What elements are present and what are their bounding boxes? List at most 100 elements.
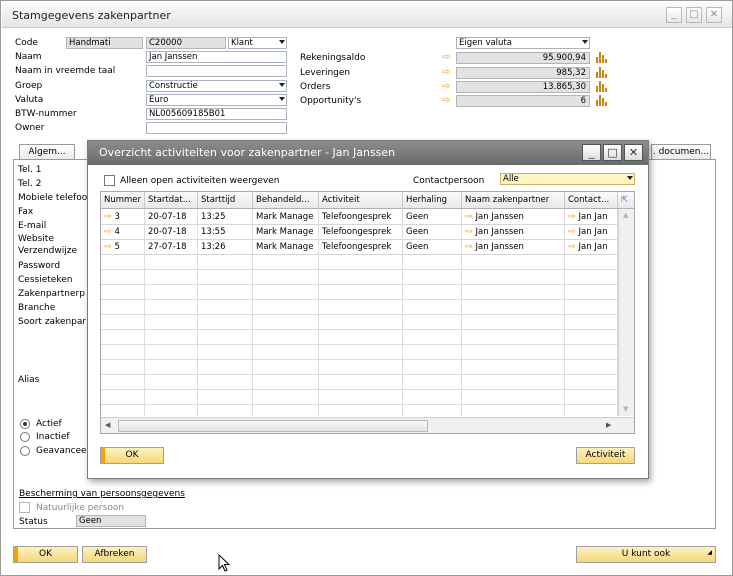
link-arrow-icon[interactable]: ⇨: [465, 212, 473, 222]
foreign-name-field[interactable]: [146, 65, 287, 77]
column-header[interactable]: Nummer: [101, 192, 145, 209]
minimize-icon[interactable]: _: [666, 7, 682, 23]
link-arrow-icon[interactable]: ⇨: [568, 242, 576, 252]
tab-general[interactable]: Algem...: [19, 144, 75, 160]
code-type-select[interactable]: Handmati: [66, 37, 143, 49]
row-handled-by: Mark Manage: [253, 225, 319, 240]
currency-select[interactable]: Euro: [146, 94, 287, 106]
inactive-radio[interactable]: [20, 432, 30, 442]
horizontal-scrollbar[interactable]: ◀ ▶: [101, 417, 634, 433]
row-partner-value: Jan Janssen: [475, 227, 524, 237]
you-can-also-button[interactable]: U kunt ook ◢: [576, 546, 716, 563]
code-label: Code: [15, 38, 39, 48]
dialog-ok-label: OK: [125, 450, 139, 460]
empty-row: [101, 300, 618, 315]
natural-person-checkbox: [19, 502, 30, 513]
vat-field[interactable]: NL005609185B01: [146, 108, 287, 120]
bar-chart-icon[interactable]: [596, 67, 608, 78]
table-row[interactable]: ⇨ 5: [101, 240, 145, 255]
maximize-icon[interactable]: □: [686, 7, 702, 23]
name-label: Naam: [15, 52, 42, 62]
chevron-down-icon: [279, 83, 285, 87]
table-row[interactable]: ⇨ 4: [101, 225, 145, 240]
owner-field[interactable]: [146, 122, 287, 134]
bar-chart-icon[interactable]: [596, 52, 608, 63]
advanced-radio[interactable]: [20, 446, 30, 456]
row-activity: Telefoongesprek: [319, 210, 403, 225]
link-arrow-icon[interactable]: ⇨: [568, 212, 576, 222]
group-value: Constructie: [149, 81, 198, 91]
opportunities-label: Opportunity's: [300, 96, 362, 106]
row-start-date: 20-07-18: [145, 210, 198, 225]
column-header[interactable]: Herhaling: [403, 192, 462, 209]
bar-chart-icon[interactable]: [596, 95, 608, 106]
dialog-maximize-icon[interactable]: □: [603, 144, 622, 161]
privacy-link[interactable]: Bescherming van persoonsgegevens: [19, 489, 185, 499]
link-arrow-icon: ⇨: [104, 242, 112, 252]
orders-label: Orders: [300, 82, 331, 92]
column-header[interactable]: Naam zakenpartner: [462, 192, 565, 209]
link-arrow-icon[interactable]: ⇨: [442, 96, 454, 106]
link-arrow-icon[interactable]: ⇨: [465, 242, 473, 252]
column-divider: [144, 209, 145, 416]
open-only-checkbox[interactable]: [104, 175, 115, 186]
row-activity: Telefoongesprek: [319, 240, 403, 255]
window-title: Stamgegevens zakenpartner: [12, 9, 171, 22]
scroll-thumb[interactable]: [118, 420, 428, 432]
scroll-right-icon[interactable]: ▶: [606, 421, 611, 429]
dialog-title: Overzicht activiteiten voor zakenpartner…: [99, 146, 396, 159]
contact-select[interactable]: Alle: [500, 173, 635, 185]
row-recurrence: Geen: [403, 240, 462, 255]
you-can-also-label: U kunt ook: [621, 549, 671, 559]
link-arrow-icon[interactable]: ⇨: [442, 53, 454, 63]
row-start-time: 13:25: [198, 210, 253, 225]
scroll-down-icon[interactable]: ▼: [623, 405, 628, 413]
dialog-close-icon[interactable]: ✕: [624, 144, 643, 161]
column-divider: [564, 209, 565, 416]
scroll-left-icon[interactable]: ◀: [105, 421, 110, 429]
row-handled-by: Mark Manage: [253, 210, 319, 225]
tab-documents[interactable]: . documen...: [651, 144, 711, 160]
status-field: Geen: [76, 515, 146, 527]
activity-button[interactable]: Activiteit: [576, 447, 635, 464]
empty-row: [101, 345, 618, 360]
window-titlebar: Stamgegevens zakenpartner _ □ ✕: [2, 2, 732, 28]
expand-icon[interactable]: ⇱: [618, 192, 634, 209]
name-field[interactable]: Jan Janssen: [146, 51, 287, 63]
empty-row: [101, 360, 618, 375]
table-row[interactable]: ⇨ 3: [101, 210, 145, 225]
mouse-cursor-icon: [218, 554, 231, 572]
column-header[interactable]: Contact...: [565, 192, 618, 209]
close-icon[interactable]: ✕: [706, 7, 722, 23]
row-contact: ⇨ Jan Jan: [565, 225, 618, 240]
cancel-button[interactable]: Afbreken: [82, 546, 147, 563]
chevron-down-icon: [627, 176, 633, 180]
column-header[interactable]: Activiteit: [319, 192, 403, 209]
column-divider: [402, 209, 403, 416]
row-partner-name: ⇨ Jan Janssen: [462, 210, 565, 225]
alias-label: Alias: [18, 375, 40, 385]
scroll-up-icon[interactable]: ▲: [623, 211, 628, 219]
bar-chart-icon[interactable]: [596, 81, 608, 92]
column-header[interactable]: Startdat...: [145, 192, 198, 209]
link-arrow-icon[interactable]: ⇨: [465, 227, 473, 237]
active-radio[interactable]: [20, 419, 30, 429]
link-arrow-icon[interactable]: ⇨: [442, 82, 454, 92]
code-field[interactable]: C20000: [146, 37, 226, 49]
ok-button[interactable]: OK: [13, 546, 78, 563]
row-number: 3: [114, 212, 120, 222]
link-arrow-icon[interactable]: ⇨: [442, 68, 454, 78]
dialog-minimize-icon[interactable]: _: [582, 144, 601, 161]
vat-label: BTW-nummer: [15, 109, 77, 119]
website-label: Website: [18, 234, 54, 244]
link-arrow-icon[interactable]: ⇨: [568, 227, 576, 237]
column-header[interactable]: Starttijd: [198, 192, 253, 209]
mobile-label: Mobiele telefoo: [18, 193, 88, 203]
group-select[interactable]: Constructie: [146, 80, 287, 92]
vertical-scrollbar[interactable]: ▲ ▼: [618, 209, 634, 416]
group-label: Groep: [15, 81, 43, 91]
dialog-ok-button[interactable]: OK: [100, 447, 164, 464]
currency-view-select[interactable]: Eigen valuta: [456, 37, 590, 49]
column-header[interactable]: Behandeld...: [253, 192, 319, 209]
partner-type-select[interactable]: Klant: [228, 37, 287, 49]
